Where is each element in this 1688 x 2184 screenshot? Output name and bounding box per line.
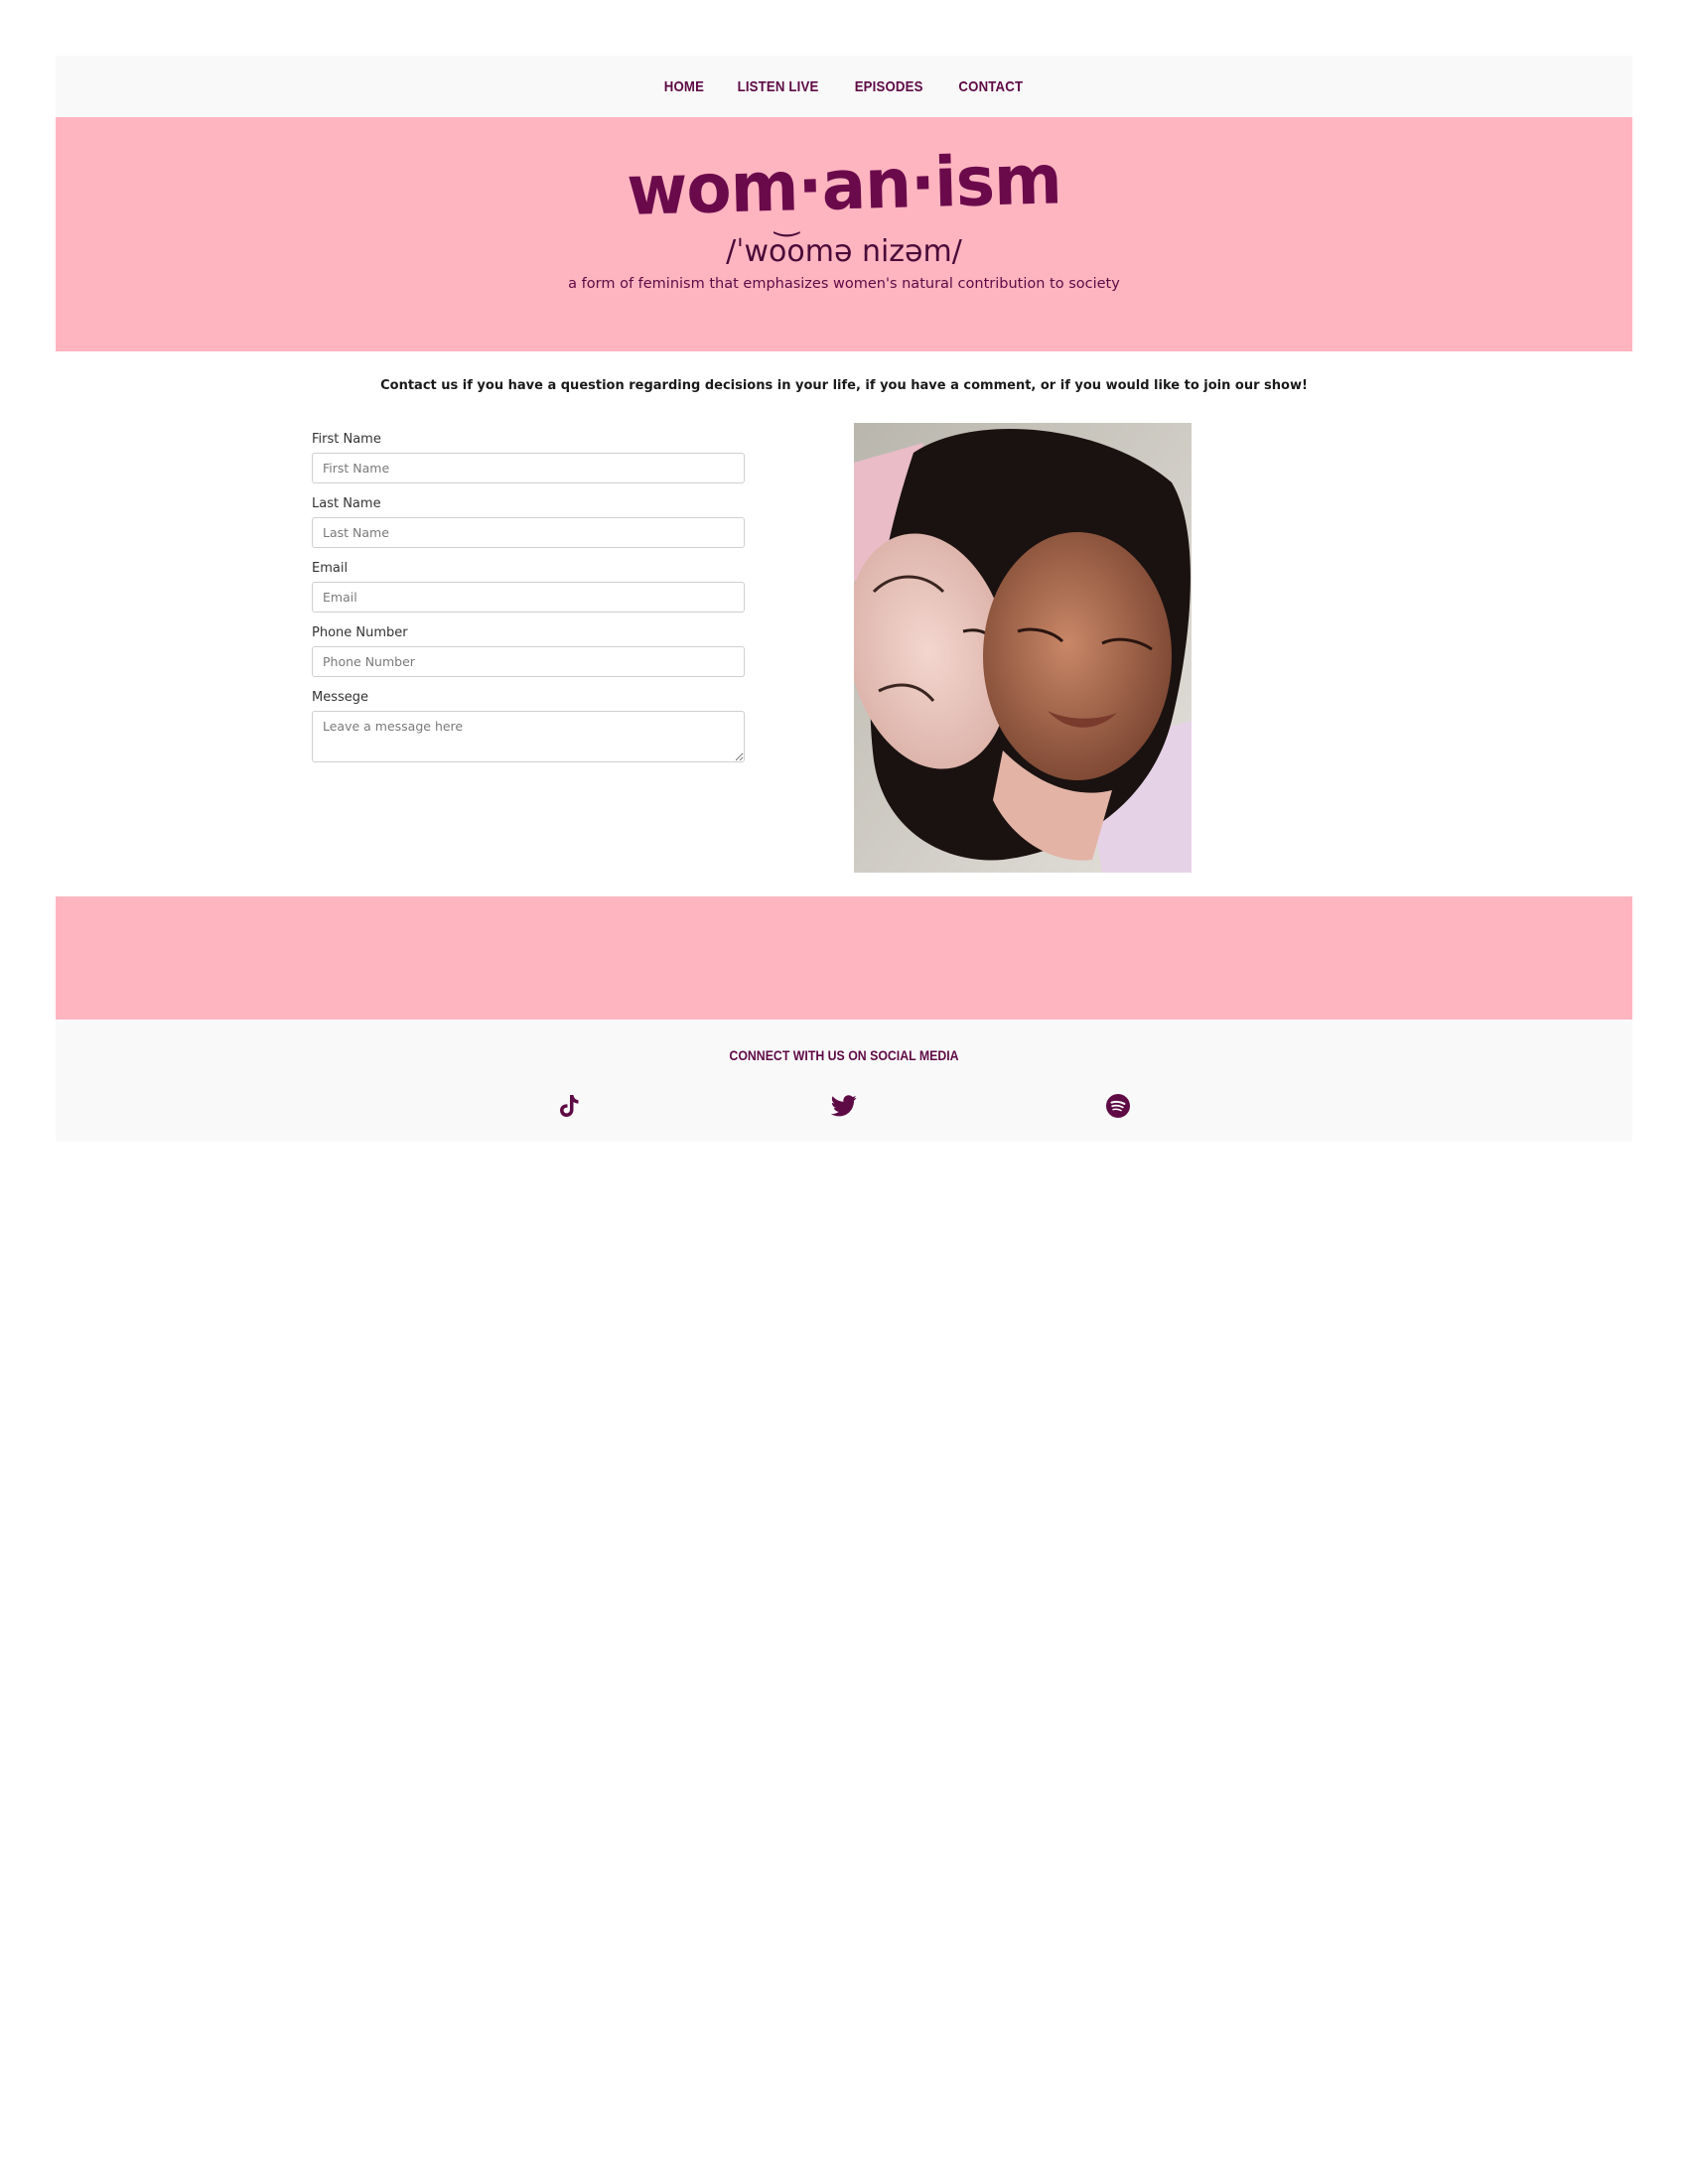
- tiktok-icon[interactable]: [556, 1093, 582, 1119]
- last-name-label: Last Name: [312, 496, 381, 511]
- first-name-group: First Name: [312, 432, 745, 483]
- email-group: Email: [312, 561, 745, 613]
- contact-intro: Contact us if you have a question regard…: [380, 378, 1308, 393]
- tagline: a form of feminism that emphasizes women…: [568, 276, 1120, 292]
- phone-group: Phone Number: [312, 625, 745, 677]
- message-textarea[interactable]: [312, 711, 745, 762]
- pink-band: [56, 896, 1632, 1020]
- last-name-group: Last Name: [312, 496, 745, 548]
- site-container: HOME LISTEN LIVE EPISODES CONTACT wom·an…: [56, 56, 1632, 1142]
- site-logo[interactable]: wom·an·ism: [55, 124, 1633, 245]
- message-label: Messege: [312, 690, 369, 705]
- email-label: Email: [312, 561, 349, 576]
- last-name-input[interactable]: [312, 517, 745, 548]
- nav-listen-live[interactable]: LISTEN LIVE: [738, 78, 819, 95]
- contact-photo: [854, 423, 1192, 873]
- hero-banner: wom·an·ism /ˈwo͝omə nizəm/ a form of fem…: [56, 117, 1632, 351]
- contact-form: First Name Last Name Email Phone Number …: [312, 432, 745, 780]
- spotify-icon[interactable]: [1105, 1093, 1131, 1119]
- nav-episodes[interactable]: EPISODES: [855, 78, 923, 95]
- footer-title: CONNECT WITH US ON SOCIAL MEDIA: [729, 1047, 959, 1063]
- photo-illustration: [854, 423, 1192, 873]
- phone-label: Phone Number: [312, 625, 408, 640]
- first-name-input[interactable]: [312, 453, 745, 483]
- first-name-label: First Name: [312, 432, 381, 447]
- top-nav: HOME LISTEN LIVE EPISODES CONTACT: [56, 56, 1632, 117]
- pronunciation: /ˈwo͝omə nizəm/: [726, 234, 962, 269]
- email-input[interactable]: [312, 582, 745, 613]
- twitter-icon[interactable]: [831, 1093, 857, 1119]
- contact-section: First Name Last Name Email Phone Number …: [56, 406, 1632, 896]
- nav-contact[interactable]: CONTACT: [958, 78, 1023, 95]
- message-group: Messege: [312, 690, 745, 767]
- footer: CONNECT WITH US ON SOCIAL MEDIA: [56, 1020, 1632, 1142]
- page: HOME LISTEN LIVE EPISODES CONTACT wom·an…: [0, 0, 1688, 2184]
- phone-input[interactable]: [312, 646, 745, 677]
- nav-home[interactable]: HOME: [663, 78, 703, 95]
